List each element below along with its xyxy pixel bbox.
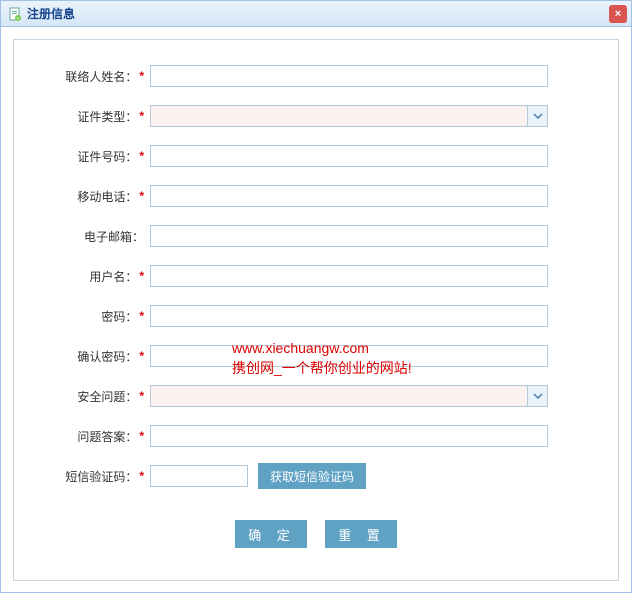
label-sms-code: 短信验证码： * [34,468,144,485]
label-email: 电子邮箱： [34,228,144,245]
form-panel: 联络人姓名： * 证件类型： * [13,39,619,581]
row-username: 用户名： * [34,264,598,288]
row-mobile: 移动电话： * [34,184,598,208]
label-answer: 问题答案： * [34,428,144,445]
row-contact-name: 联络人姓名： * [34,64,598,88]
security-question-select[interactable] [150,385,548,407]
action-row: 确 定 重 置 [34,520,598,548]
document-icon: + [7,6,23,22]
required-mark: * [139,389,144,403]
label-id-type: 证件类型： * [34,108,144,125]
label-security-question: 安全问题： * [34,388,144,405]
required-mark: * [139,469,144,483]
label-password: 密码： * [34,308,144,325]
email-input[interactable] [150,225,548,247]
required-mark: * [139,69,144,83]
ok-button[interactable]: 确 定 [235,520,307,548]
contact-name-input[interactable] [150,65,548,87]
required-mark: * [139,149,144,163]
row-email: 电子邮箱： [34,224,598,248]
confirm-password-input[interactable] [150,345,548,367]
label-id-number: 证件号码： * [34,148,144,165]
mobile-input[interactable] [150,185,548,207]
username-input[interactable] [150,265,548,287]
svg-text:+: + [17,16,20,21]
label-confirm-password: 确认密码： * [34,348,144,365]
required-mark: * [139,429,144,443]
id-number-input[interactable] [150,145,548,167]
required-mark: * [139,269,144,283]
label-mobile: 移动电话： * [34,188,144,205]
required-mark: * [139,189,144,203]
sms-code-input[interactable] [150,465,248,487]
required-mark: * [139,309,144,323]
close-icon: × [615,8,621,20]
chevron-down-icon [527,106,547,126]
registration-dialog: + 注册信息 × 联络人姓名： * 证件类型： * [0,0,632,593]
answer-input[interactable] [150,425,548,447]
dialog-title: 注册信息 [27,5,75,22]
label-username: 用户名： * [34,268,144,285]
row-sms-code: 短信验证码： * 获取短信验证码 [34,464,598,488]
close-button[interactable]: × [609,5,627,23]
row-id-number: 证件号码： * [34,144,598,168]
row-password: 密码： * [34,304,598,328]
row-id-type: 证件类型： * [34,104,598,128]
get-sms-code-button[interactable]: 获取短信验证码 [258,463,366,489]
dialog-body: 联络人姓名： * 证件类型： * [1,27,631,593]
row-answer: 问题答案： * [34,424,598,448]
required-mark: * [139,109,144,123]
id-type-select[interactable] [150,105,548,127]
row-confirm-password: 确认密码： * [34,344,598,368]
password-input[interactable] [150,305,548,327]
reset-button[interactable]: 重 置 [325,520,397,548]
row-security-question: 安全问题： * [34,384,598,408]
required-mark: * [139,349,144,363]
label-contact-name: 联络人姓名： * [34,68,144,85]
chevron-down-icon [527,386,547,406]
dialog-header: + 注册信息 × [1,1,631,27]
